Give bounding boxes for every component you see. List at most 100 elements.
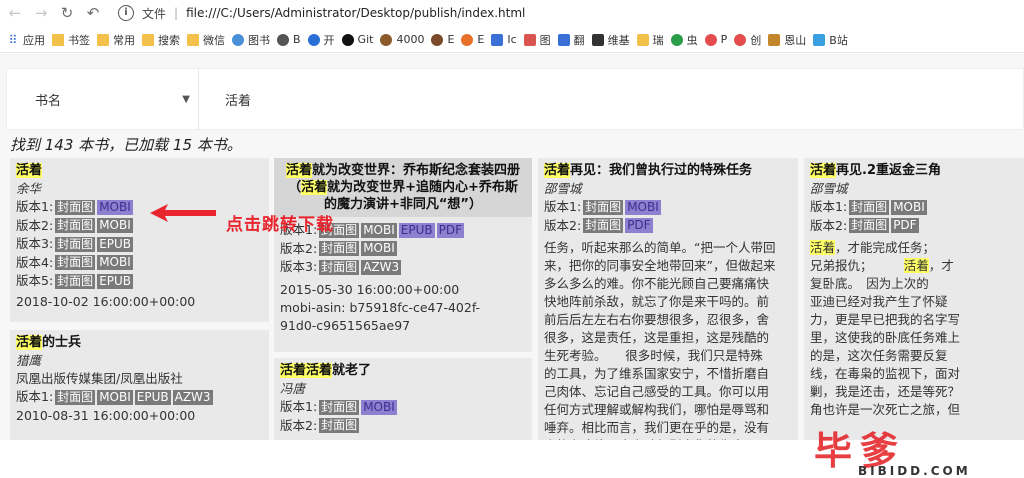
bookmark-item[interactable]: ⠿ 应用 bbox=[7, 32, 45, 48]
info-icon[interactable]: i bbox=[118, 5, 134, 21]
cover-link[interactable]: 封面图 bbox=[55, 236, 96, 252]
url-text[interactable]: file:///C:/Users/Administrator/Desktop/p… bbox=[186, 6, 525, 20]
bookmark-label: 开 bbox=[323, 33, 335, 47]
bookmark-item[interactable]: 微信 bbox=[187, 32, 225, 48]
search-input[interactable] bbox=[225, 91, 825, 107]
cover-link[interactable]: 封面图 bbox=[55, 199, 96, 215]
book-card: 活着活着就老了 冯唐 版本1: 封面图 MOBI 版本2: 封面图 bbox=[274, 358, 532, 440]
book-description: 活着，才能完成任务； 兄弟报仇； 活着，才 复卧底。 因为上次的 亚迪已经对我产… bbox=[810, 240, 961, 417]
mobi-link[interactable]: MOBI bbox=[361, 241, 397, 257]
book-title[interactable]: 活着活着就老了 bbox=[280, 362, 526, 379]
description-line: 生死考验。 很多时候，我们只是特殊 bbox=[544, 348, 763, 363]
pdf-link[interactable]: PDF bbox=[891, 218, 919, 234]
reload-icon[interactable]: ↻ bbox=[56, 2, 78, 24]
bookmark-item[interactable]: 恩山 bbox=[768, 32, 806, 48]
cover-link[interactable]: 封面图 bbox=[583, 218, 624, 234]
forward-icon[interactable]: → bbox=[30, 2, 52, 24]
bookmark-item[interactable]: 虫 bbox=[670, 32, 698, 48]
apps-icon: ⠿ bbox=[8, 32, 18, 47]
bookmark-item[interactable]: E bbox=[461, 33, 484, 46]
mobi-link[interactable]: MOBI bbox=[97, 255, 133, 271]
mobi-link[interactable]: MOBI bbox=[361, 222, 397, 238]
cover-link[interactable]: 封面图 bbox=[849, 199, 890, 215]
book-title[interactable]: 活着的士兵 bbox=[16, 334, 263, 351]
bookmark-label: P bbox=[720, 33, 728, 46]
epub-link[interactable]: EPUB bbox=[398, 222, 435, 238]
bookmark-item[interactable]: P bbox=[704, 33, 728, 46]
circle-icon bbox=[431, 33, 444, 46]
epub-link[interactable]: EPUB bbox=[134, 389, 171, 405]
bookmark-label: 应用 bbox=[23, 33, 45, 47]
globe-icon bbox=[232, 33, 244, 46]
pdf-link[interactable]: PDF bbox=[625, 218, 653, 234]
cover-link[interactable]: 封面图 bbox=[319, 259, 360, 275]
cover-link[interactable]: 封面图 bbox=[55, 389, 96, 405]
bookmark-label: 搜索 bbox=[158, 33, 180, 47]
description-line: 任务，听起来那么的简单。“把一个人带回 bbox=[544, 240, 776, 255]
epub-link[interactable]: EPUB bbox=[97, 236, 134, 252]
book-title[interactable]: 活着再见：我们曾执行过的特殊任务 bbox=[544, 162, 792, 179]
book-author: 余华 bbox=[16, 181, 42, 196]
mobi-link[interactable]: MOBI bbox=[97, 389, 133, 405]
bookmark-label: E bbox=[477, 33, 485, 46]
cover-link[interactable]: 封面图 bbox=[55, 273, 96, 289]
back-icon[interactable]: ← bbox=[4, 2, 26, 24]
bookmark-item[interactable]: 常用 bbox=[97, 32, 135, 48]
undo-icon[interactable]: ↶ bbox=[82, 2, 104, 24]
book-date: 2010-08-31 16:00:00+00:00 bbox=[16, 407, 196, 423]
bookmark-item[interactable]: 维基 bbox=[591, 32, 630, 48]
mobi-link[interactable]: MOBI bbox=[891, 199, 927, 215]
bookmark-item[interactable]: 图书 bbox=[232, 32, 270, 48]
version-row: 版本2: 封面图 PDF bbox=[544, 217, 653, 234]
cover-link[interactable]: 封面图 bbox=[55, 255, 96, 271]
cover-link[interactable]: 封面图 bbox=[319, 418, 360, 434]
pdf-link[interactable]: PDF bbox=[436, 222, 464, 238]
book-title[interactable]: 活着就为改变世界：乔布斯纪念套装四册 （活着就为改变世界+追随内心+乔布斯 的魔… bbox=[274, 158, 532, 217]
bookmark-item[interactable]: 书签 bbox=[52, 32, 90, 48]
bookmark-item[interactable]: 开 bbox=[307, 32, 335, 48]
book-title[interactable]: 活着 bbox=[16, 162, 263, 179]
cover-link[interactable]: 封面图 bbox=[319, 399, 360, 415]
bookmark-label: E bbox=[447, 33, 455, 46]
bookmark-label: B bbox=[293, 33, 301, 46]
wiki-icon bbox=[591, 33, 604, 46]
azw3-link[interactable]: AZW3 bbox=[361, 259, 402, 275]
bookmark-item[interactable]: B bbox=[277, 33, 301, 46]
bookmark-item[interactable]: 瑞 bbox=[636, 32, 664, 48]
cover-link[interactable]: 封面图 bbox=[55, 218, 96, 234]
bookmark-item[interactable]: 创 bbox=[734, 32, 761, 48]
bookmark-item[interactable]: 搜索 bbox=[142, 32, 180, 48]
cover-link[interactable]: 封面图 bbox=[849, 218, 890, 234]
description-line: 己肉体、忘记自己感受的工具。你可以用 bbox=[544, 384, 770, 399]
azw3-link[interactable]: AZW3 bbox=[172, 389, 213, 405]
bookmark-item[interactable]: Ic bbox=[491, 33, 517, 46]
bookmark-item[interactable]: 翻 bbox=[557, 32, 585, 48]
bookmark-item[interactable]: B站 bbox=[813, 32, 848, 48]
epub-link[interactable]: EPUB bbox=[97, 273, 134, 289]
book-publisher: 凤凰出版传媒集团/凤凰出版社 bbox=[16, 371, 183, 386]
cover-link[interactable]: 封面图 bbox=[319, 241, 360, 257]
circle-icon bbox=[734, 33, 747, 46]
mobi-link[interactable]: MOBI bbox=[97, 199, 133, 215]
cover-link[interactable]: 封面图 bbox=[583, 199, 624, 215]
circle-icon bbox=[380, 33, 393, 46]
mobi-link[interactable]: MOBI bbox=[97, 218, 133, 234]
bookmark-item[interactable]: E bbox=[431, 33, 454, 46]
book-date: 2015-05-30 16:00:00+00:00 bbox=[280, 281, 460, 297]
version-row: 版本4: 封面图 MOBI bbox=[16, 254, 133, 271]
bookmark-item[interactable]: 图 bbox=[523, 32, 551, 48]
book-asin: mobi-asin: b75918fc-ce47-402f- bbox=[280, 299, 481, 315]
circle-icon bbox=[277, 33, 289, 46]
book-date: 2018-10-02 16:00:00+00:00 bbox=[16, 293, 196, 309]
bookmark-label: Git bbox=[357, 33, 374, 46]
version-row: 版本1: 封面图 MOBI bbox=[544, 199, 661, 215]
search-field-select[interactable]: 书名 ▼ bbox=[7, 68, 199, 130]
mobi-link[interactable]: MOBI bbox=[361, 399, 397, 415]
bookmark-label: 瑞 bbox=[652, 33, 664, 47]
book-title[interactable]: 活着再见.2重返金三角 bbox=[810, 162, 1018, 179]
mobi-link[interactable]: MOBI bbox=[625, 199, 661, 215]
bookmark-item[interactable]: 4000 bbox=[380, 33, 424, 46]
address-bar: ← → ↻ ↶ i 文件 | file:///C:/Users/Administ… bbox=[0, 0, 1024, 26]
version-row: 版本2: 封面图 bbox=[280, 417, 360, 434]
bookmark-item[interactable]: Git bbox=[341, 33, 374, 46]
